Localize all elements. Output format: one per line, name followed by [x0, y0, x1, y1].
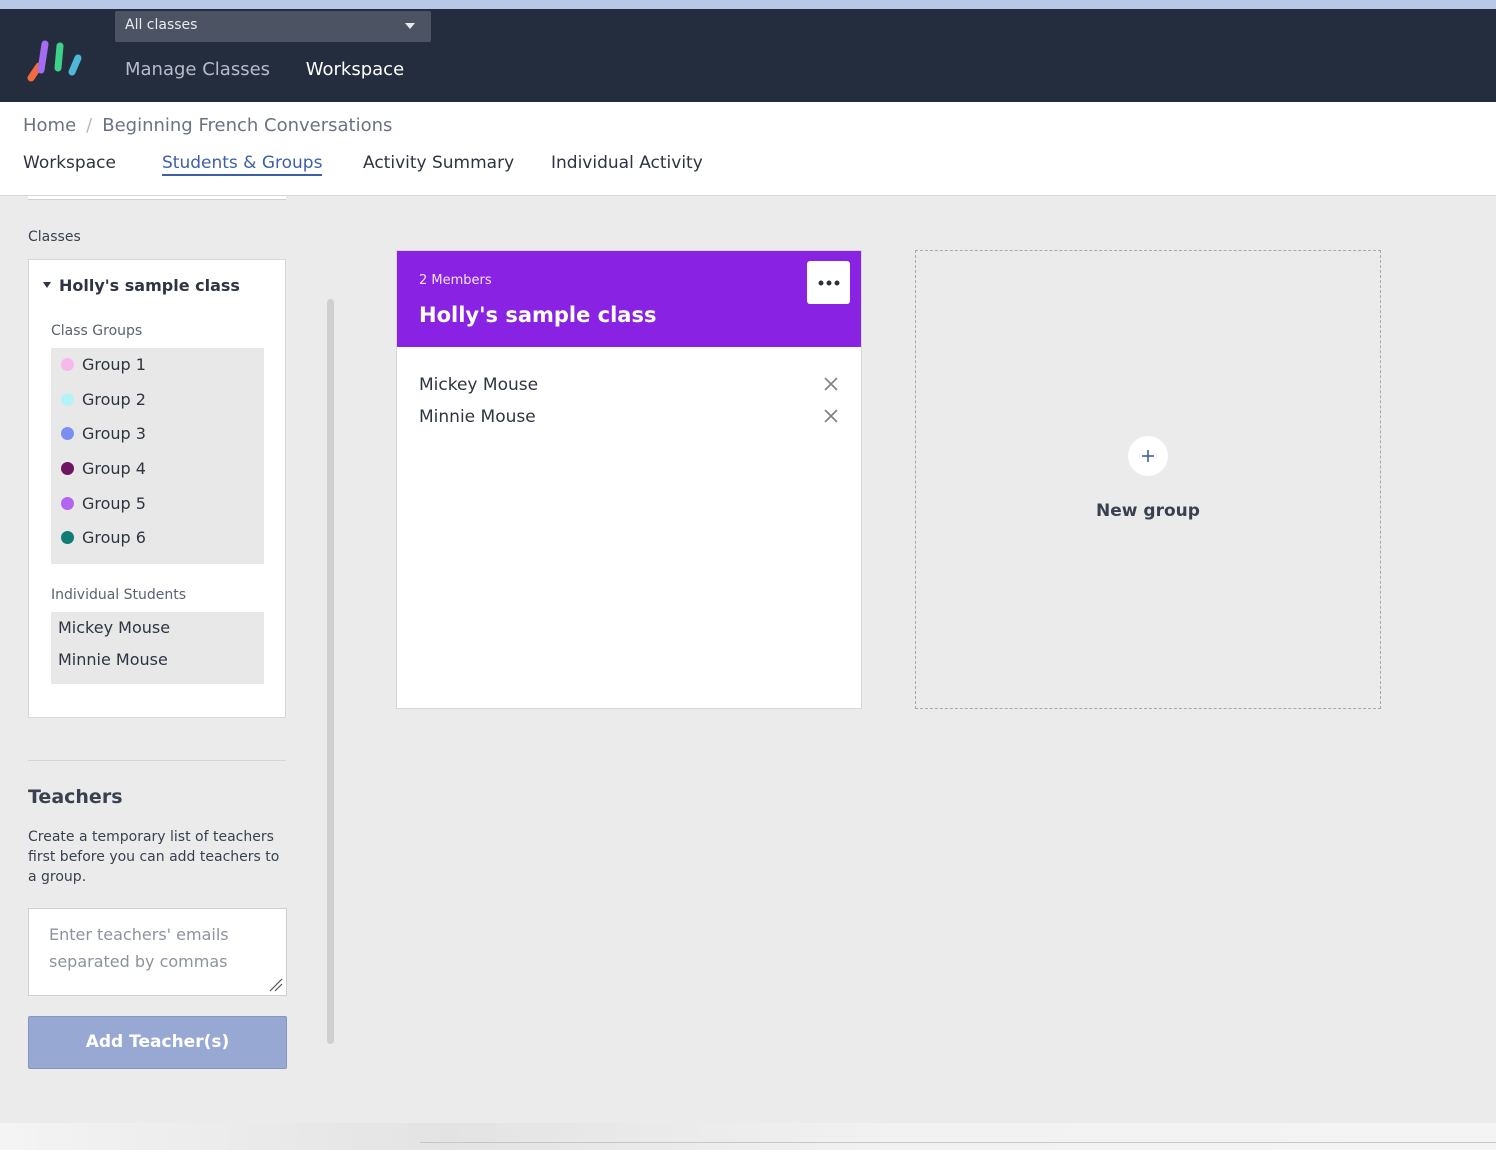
member-row: Mickey Mouse	[419, 375, 839, 395]
sidebar-divider	[28, 760, 286, 761]
sidebar: Classes Holly's sample class Class Group…	[0, 196, 343, 1123]
bottom-strip	[0, 1123, 1496, 1150]
member-row: Minnie Mouse	[419, 407, 839, 427]
class-groups-list: Group 1 Group 2 Group 3 Group 4 Group 5 …	[51, 348, 264, 564]
classes-heading: Classes	[28, 229, 81, 245]
tab-workspace[interactable]: Workspace	[23, 153, 116, 173]
chevron-down-icon	[405, 23, 415, 29]
student-item[interactable]: Mickey Mouse	[58, 618, 170, 637]
group-item-5[interactable]: Group 5	[61, 492, 146, 514]
teachers-email-input[interactable]	[28, 908, 287, 996]
plus-icon	[1142, 450, 1154, 462]
group-color-dot-icon	[61, 496, 74, 510]
sidebar-scrollbar[interactable]	[327, 299, 334, 1044]
more-options-button[interactable]	[807, 261, 850, 304]
class-selector-value: All classes	[125, 17, 198, 33]
class-name[interactable]: Holly's sample class	[59, 276, 240, 295]
class-selector-dropdown[interactable]: All classes	[115, 11, 431, 42]
teachers-description: Create a temporary list of teachers firs…	[28, 829, 280, 885]
breadcrumb-home[interactable]: Home	[23, 115, 76, 136]
group-color-dot-icon	[61, 426, 74, 440]
add-teachers-button[interactable]: Add Teacher(s)	[28, 1016, 287, 1069]
group-color-dot-icon	[61, 530, 74, 544]
group-label: Group 1	[82, 354, 146, 374]
group-card-title: Holly's sample class	[419, 303, 657, 327]
new-group-label: New group	[1096, 501, 1200, 521]
group-item-3[interactable]: Group 3	[61, 422, 146, 444]
group-color-dot-icon	[61, 392, 74, 406]
nav-workspace[interactable]: Workspace	[306, 59, 404, 80]
page-subheader: Home / Beginning French Conversations Work…	[0, 102, 1496, 196]
breadcrumb-separator: /	[86, 115, 93, 136]
add-group-button[interactable]	[1128, 436, 1168, 476]
group-card: 2 Members Holly's sample class Mickey Mo…	[396, 250, 862, 709]
collapse-triangle-icon[interactable]	[43, 282, 51, 288]
nav-manage-classes[interactable]: Manage Classes	[125, 59, 270, 80]
top-navigation-bar: All classes Manage Classes Workspace	[0, 9, 1496, 102]
group-item-1[interactable]: Group 1	[61, 353, 146, 375]
group-label: Group 2	[82, 389, 146, 409]
group-label: Group 4	[82, 458, 146, 478]
window-top-strip	[0, 0, 1496, 9]
group-color-dot-icon	[61, 357, 74, 371]
more-horizontal-icon	[818, 280, 839, 285]
breadcrumb-current: Beginning French Conversations	[102, 115, 393, 136]
tab-individual-activity[interactable]: Individual Activity	[551, 153, 703, 173]
group-item-4[interactable]: Group 4	[61, 457, 146, 479]
remove-member-icon[interactable]	[823, 376, 839, 392]
members-count: 2 Members	[419, 273, 492, 288]
app-logo-icon[interactable]	[26, 39, 86, 83]
group-color-dot-icon	[61, 461, 74, 475]
class-panel: Holly's sample class Class Groups Group …	[28, 259, 286, 718]
group-label: Group 6	[82, 527, 146, 547]
student-item[interactable]: Minnie Mouse	[58, 650, 168, 669]
group-item-6[interactable]: Group 6	[61, 526, 146, 548]
group-label: Group 5	[82, 493, 146, 513]
top-nav: Manage Classes Workspace	[125, 59, 434, 80]
breadcrumb: Home / Beginning French Conversations	[23, 115, 392, 136]
group-card-header: 2 Members Holly's sample class	[397, 251, 861, 347]
class-groups-label: Class Groups	[51, 323, 143, 339]
resize-handle-icon[interactable]	[269, 978, 283, 992]
teachers-heading: Teachers	[28, 786, 123, 808]
member-name: Mickey Mouse	[419, 375, 539, 395]
remove-member-icon[interactable]	[823, 408, 839, 424]
tab-activity-summary[interactable]: Activity Summary	[363, 153, 514, 173]
individual-students-list: Mickey Mouse Minnie Mouse	[51, 612, 264, 684]
member-name: Minnie Mouse	[419, 407, 536, 427]
sidebar-clipped-panel	[28, 196, 286, 200]
bottom-divider	[420, 1142, 1496, 1143]
group-label: Group 3	[82, 423, 146, 443]
group-item-2[interactable]: Group 2	[61, 388, 146, 410]
individual-students-label: Individual Students	[51, 587, 187, 603]
new-group-card[interactable]: New group	[915, 250, 1381, 709]
tab-students-groups[interactable]: Students & Groups	[162, 153, 323, 176]
